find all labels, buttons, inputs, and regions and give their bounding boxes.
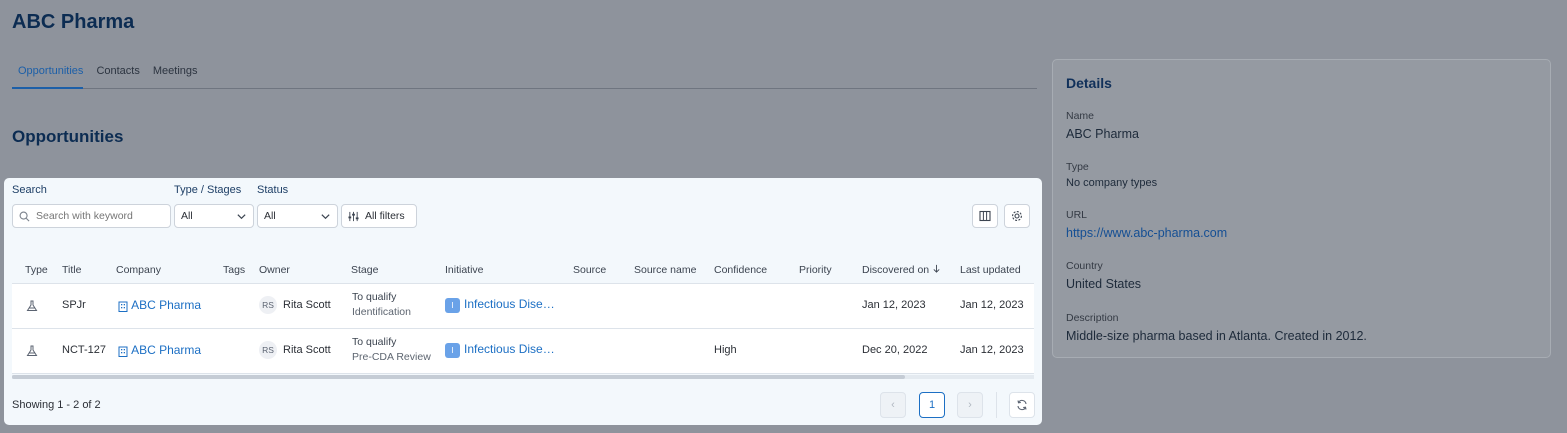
scrollbar-thumb[interactable]: [12, 375, 905, 379]
row-title[interactable]: SPJr: [62, 299, 86, 311]
company-link[interactable]: ABC Pharma: [131, 298, 201, 312]
column-header[interactable]: Type: [25, 264, 48, 276]
building-icon: [118, 301, 128, 312]
flask-icon: [26, 345, 38, 356]
column-header[interactable]: Stage: [351, 264, 378, 276]
sort-down-icon: [933, 264, 940, 273]
chevron-down-icon: [321, 214, 330, 220]
column-header[interactable]: Tags: [223, 264, 245, 276]
type-label: Type: [1066, 161, 1089, 173]
page-title: ABC Pharma: [12, 11, 135, 33]
row-owner[interactable]: RS Rita Scott: [259, 341, 331, 359]
company-link[interactable]: ABC Pharma: [131, 343, 201, 357]
row-company[interactable]: ABC Pharma: [118, 343, 201, 357]
initiative-badge: I: [445, 342, 460, 358]
horizontal-scrollbar[interactable]: [12, 375, 1034, 379]
row-stage: To qualify: [352, 291, 397, 303]
country-value: United States: [1066, 277, 1142, 291]
column-header[interactable]: Confidence: [714, 264, 767, 276]
chevron-down-icon: [237, 214, 246, 220]
owner-name: Rita Scott: [283, 298, 331, 311]
page-1-button[interactable]: 1: [919, 392, 945, 418]
country-label: Country: [1066, 260, 1103, 272]
table-row[interactable]: SPJr ABC Pharma RS Rita Scott To qualify …: [12, 284, 1034, 329]
search-field[interactable]: [12, 204, 171, 228]
all-filters-label: All filters: [365, 210, 405, 222]
initiative-link[interactable]: Infectious Dise…: [464, 297, 555, 311]
url-label: URL: [1066, 209, 1088, 221]
sliders-icon: [348, 211, 359, 221]
section-title: Opportunities: [12, 127, 124, 146]
row-substage: Pre-CDA Review: [352, 351, 431, 363]
tab-bar: Opportunities Contacts Meetings: [12, 62, 1037, 89]
initiative-link[interactable]: Infectious Dise…: [464, 342, 555, 356]
initiative-badge: I: [445, 297, 460, 313]
prev-page-button[interactable]: ‹: [880, 392, 906, 418]
row-company[interactable]: ABC Pharma: [118, 298, 201, 312]
refresh-button[interactable]: [1009, 392, 1035, 418]
table-row[interactable]: NCT-127 ABC Pharma RS Rita Scott To quali…: [12, 329, 1034, 374]
status-select[interactable]: All: [257, 204, 338, 228]
url-link[interactable]: https://www.abc-pharma.com: [1066, 226, 1227, 240]
owner-name: Rita Scott: [283, 343, 331, 356]
refresh-icon: [1017, 399, 1027, 411]
row-initiative[interactable]: I Infectious Dise…: [445, 297, 555, 313]
avatar: RS: [259, 296, 277, 314]
description-value: Middle-size pharma based in Atlanta. Cre…: [1066, 329, 1367, 343]
type-stages-value: All: [181, 210, 193, 222]
search-input[interactable]: [36, 210, 166, 222]
column-header-discovered[interactable]: Discovered on: [862, 264, 941, 276]
column-header-label: Discovered on: [862, 264, 930, 276]
type-value: No company types: [1066, 177, 1158, 189]
name-label: Name: [1066, 110, 1095, 122]
settings-button[interactable]: [1004, 204, 1030, 228]
name-value: ABC Pharma: [1066, 127, 1139, 141]
opportunities-panel: Search Type / Stages Status All All All …: [4, 178, 1042, 425]
row-title[interactable]: NCT-127: [62, 344, 106, 356]
column-header[interactable]: Initiative: [445, 264, 484, 276]
gear-icon: [1012, 211, 1022, 221]
all-filters-button[interactable]: All filters: [341, 204, 417, 228]
status-value: All: [264, 210, 276, 222]
search-icon: [19, 211, 30, 221]
column-header[interactable]: Priority: [799, 264, 832, 276]
row-updated: Jan 12, 2023: [960, 299, 1024, 311]
type-stages-select[interactable]: All: [174, 204, 254, 228]
column-header[interactable]: Last updated: [960, 264, 1021, 276]
column-header[interactable]: Source: [573, 264, 606, 276]
row-owner[interactable]: RS Rita Scott: [259, 296, 331, 314]
table-header: Type Title Company Tags Owner Stage Init…: [12, 258, 1034, 284]
search-label: Search: [12, 184, 47, 196]
row-updated: Jan 12, 2023: [960, 344, 1024, 356]
details-panel: Details Name ABC Pharma Type No company …: [1052, 59, 1551, 358]
avatar: RS: [259, 341, 277, 359]
next-page-button[interactable]: ›: [957, 392, 983, 418]
type-stages-label: Type / Stages: [174, 184, 242, 196]
columns-icon: [979, 210, 991, 222]
building-icon: [118, 346, 128, 357]
showing-count: Showing 1 - 2 of 2: [12, 399, 101, 411]
column-header[interactable]: Title: [62, 264, 81, 276]
column-header[interactable]: Source name: [634, 264, 696, 276]
row-substage: Identification: [352, 306, 411, 318]
tab-contacts[interactable]: Contacts: [96, 62, 139, 89]
status-label: Status: [257, 184, 289, 196]
row-stage: To qualify: [352, 336, 397, 348]
column-header[interactable]: Owner: [259, 264, 290, 276]
tab-opportunities[interactable]: Opportunities: [12, 62, 84, 89]
row-initiative[interactable]: I Infectious Dise…: [445, 342, 555, 358]
row-discovered: Dec 20, 2022: [862, 344, 928, 356]
flask-icon: [26, 300, 38, 311]
columns-button[interactable]: [972, 204, 998, 228]
row-discovered: Jan 12, 2023: [862, 299, 926, 311]
description-label: Description: [1066, 312, 1119, 324]
opportunities-table: Type Title Company Tags Owner Stage Init…: [12, 258, 1034, 374]
column-header[interactable]: Company: [116, 264, 161, 276]
tab-meetings[interactable]: Meetings: [153, 62, 198, 89]
details-title: Details: [1066, 75, 1112, 91]
row-confidence: High: [714, 344, 737, 356]
divider: [996, 392, 997, 418]
